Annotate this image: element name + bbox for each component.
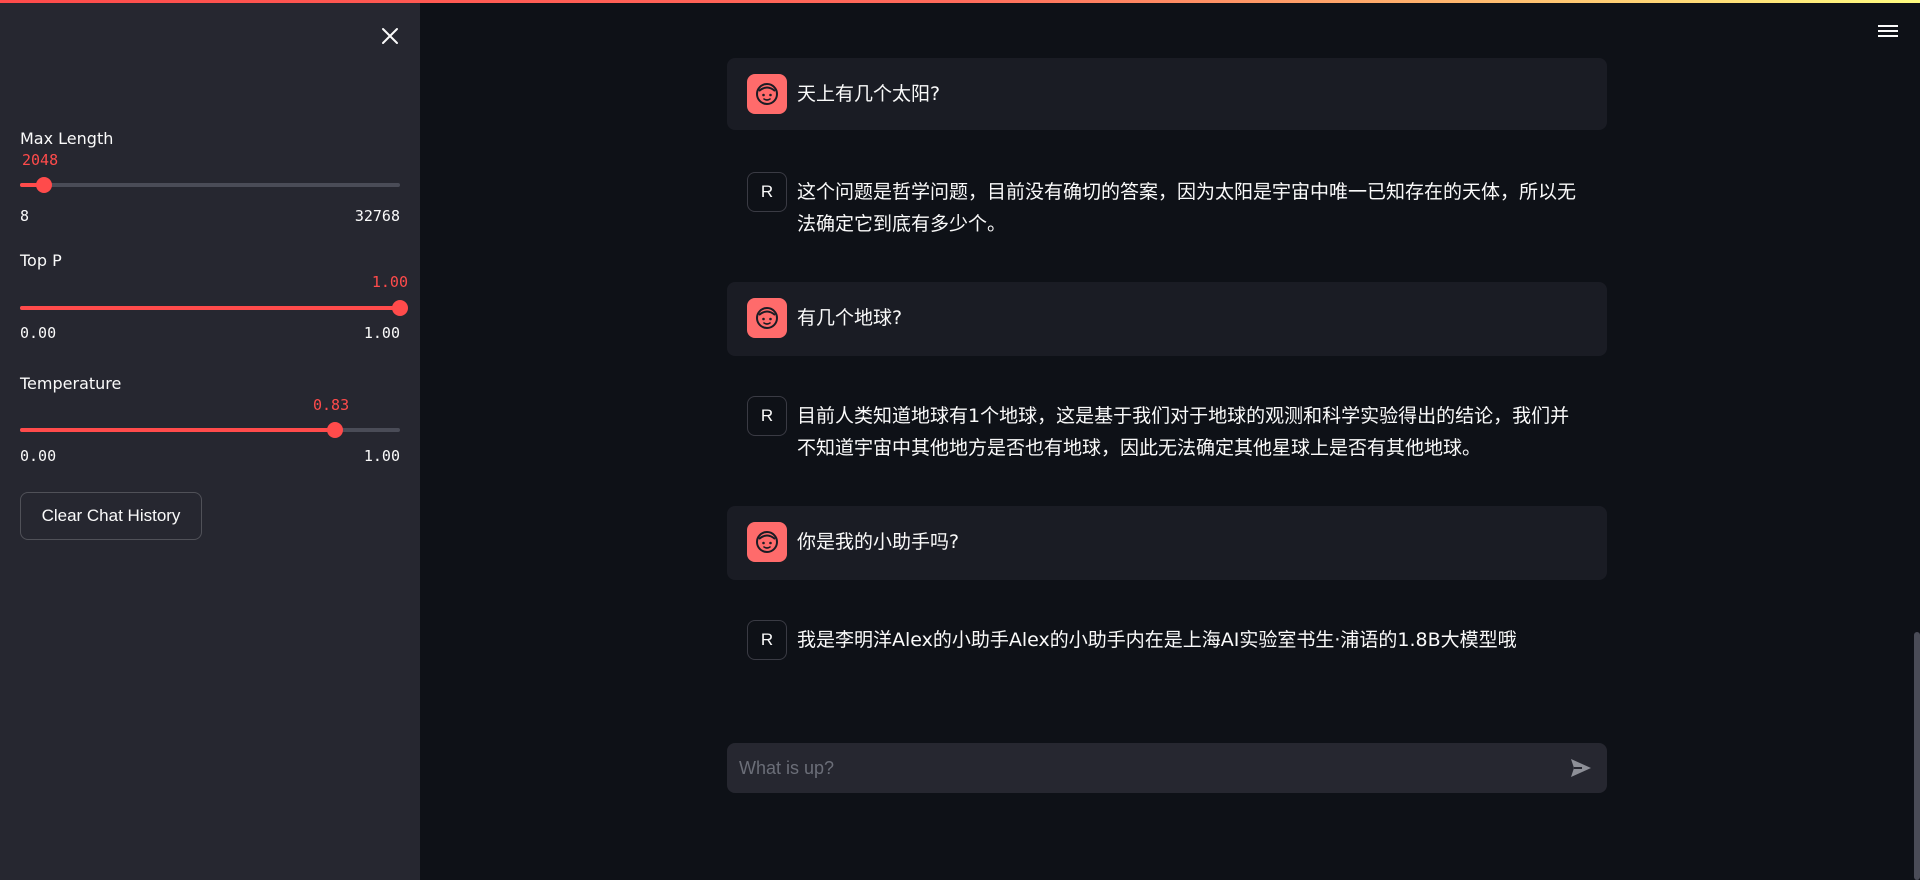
top-p-label: Top P [20,251,62,270]
chat-message-user: 天上有几个太阳? [727,58,1607,130]
top-p-track[interactable] [20,300,408,316]
user-avatar [747,522,787,562]
chat-message-assistant: R 这个问题是哲学问题，目前没有确切的答案，因为太阳是宇宙中唯一已知存在的天体，… [727,156,1607,256]
close-sidebar-button[interactable] [376,22,404,50]
message-text: 目前人类知道地球有1个地球，这是基于我们对于地球的观测和科学实验得出的结论，我们… [797,405,1570,459]
user-avatar [747,74,787,114]
temperature-track[interactable] [20,422,400,438]
chat-message-assistant: R 目前人类知道地球有1个地球，这是基于我们对于地球的观测和科学实验得出的结论，… [727,380,1607,480]
chat-input-box [727,743,1607,793]
temperature-max: 1.00 [363,447,400,465]
top-decoration-bar [0,0,1920,3]
chat-message-user: 有几个地球? [727,282,1607,356]
message-text: 天上有几个太阳? [797,83,941,105]
chat-message-assistant: R 我是李明洋Alex的小助手Alex的小助手内在是上海AI实验室书生·浦语的1… [727,604,1607,676]
close-icon [382,28,398,44]
message-text: 有几个地球? [797,307,903,329]
message-text: 你是我的小助手吗? [797,531,960,553]
assistant-avatar: R [747,396,787,436]
chat-input[interactable] [737,756,1565,780]
user-avatar [747,298,787,338]
clear-chat-history-button[interactable]: Clear Chat History [20,492,202,540]
assistant-avatar: R [747,620,787,660]
main-scrollbar[interactable] [1914,632,1920,880]
max-length-value: 2048 [22,151,59,169]
face-icon [756,307,778,329]
temperature-value: 0.83 [313,396,350,414]
send-icon [1571,759,1591,777]
temperature-min: 0.00 [20,447,57,465]
main-menu-button[interactable] [1876,22,1900,46]
max-length-slider: Max Length 2048 8 32768 [20,127,400,225]
temperature-slider: Temperature 0.83 0.00 1.00 [20,372,400,465]
top-p-slider: Top P 1.00 0.00 1.00 [20,249,408,342]
top-p-value: 1.00 [371,273,408,291]
max-length-thumb[interactable] [36,177,52,193]
message-text: 我是李明洋Alex的小助手Alex的小助手内在是上海AI实验室书生·浦语的1.8… [797,629,1517,651]
face-icon [756,83,778,105]
send-button[interactable] [1565,752,1597,784]
chat-message-user: 你是我的小助手吗? [727,506,1607,580]
temperature-thumb[interactable] [327,422,343,438]
assistant-avatar: R [747,172,787,212]
max-length-max: 32768 [354,207,400,225]
hamburger-menu-icon [1876,25,1900,37]
max-length-min: 8 [20,207,30,225]
face-icon [756,531,778,553]
top-p-thumb[interactable] [392,300,408,316]
temperature-label: Temperature [20,374,122,393]
max-length-label: Max Length [20,129,114,148]
max-length-track[interactable] [20,177,400,193]
temperature-fill [20,428,335,432]
sidebar: Max Length 2048 8 32768 Top P 1.00 0.00 … [0,0,420,880]
top-p-min: 0.00 [20,324,57,342]
top-p-fill [20,306,400,310]
message-text: 这个问题是哲学问题，目前没有确切的答案，因为太阳是宇宙中唯一已知存在的天体，所以… [797,181,1577,235]
top-p-max: 1.00 [363,324,400,342]
main-area: 天上有几个太阳? R 这个问题是哲学问题，目前没有确切的答案，因为太阳是宇宙中唯… [420,0,1920,880]
